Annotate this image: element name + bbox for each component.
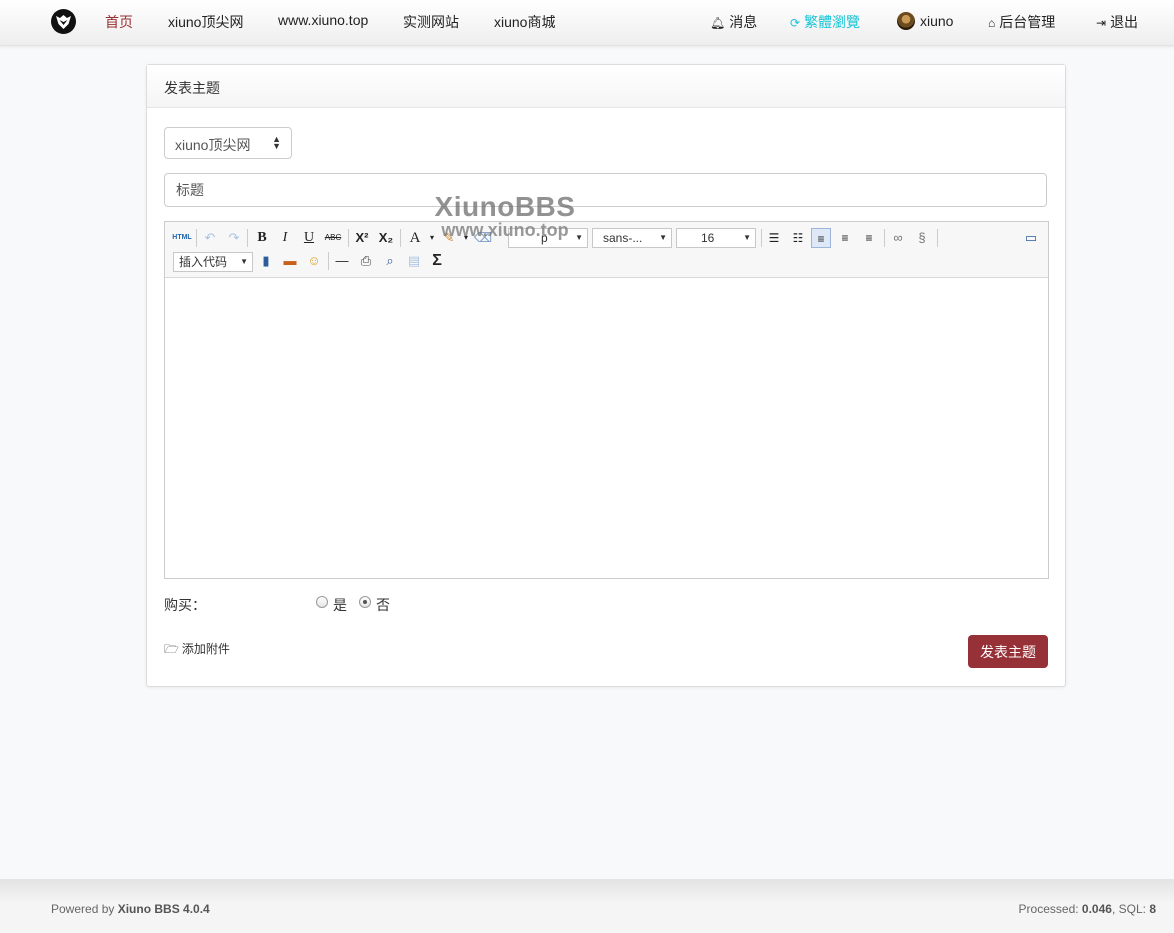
bell-icon: 🔔︎ <box>710 16 726 30</box>
folder-open-icon: 🗁 <box>164 642 179 656</box>
card-header: 发表主题 <box>147 65 1065 108</box>
subscript-icon[interactable]: X₂ <box>376 228 396 248</box>
strikethrough-icon[interactable]: ABC <box>323 228 343 248</box>
paste-plain-icon[interactable]: ▤ <box>404 251 424 271</box>
font-color-dropdown-icon[interactable]: ▾ <box>427 228 437 248</box>
underline-icon[interactable]: U <box>299 228 319 248</box>
clear-format-icon[interactable]: ⌫ <box>473 228 493 248</box>
link-icon[interactable]: ∞ <box>888 228 908 248</box>
nav-logout[interactable]: ⇥ 退出 <box>1096 12 1138 32</box>
nav-admin[interactable]: ⌂ 后台管理 <box>988 12 1055 32</box>
avatar <box>897 12 915 30</box>
insert-video-icon[interactable]: ▮ <box>256 251 276 271</box>
paragraph-value: p <box>541 231 548 245</box>
toolbar-divider <box>884 229 885 247</box>
toolbar-divider <box>761 229 762 247</box>
html-source-button[interactable]: HTML <box>171 228 193 248</box>
toolbar-divider <box>196 229 197 247</box>
align-left-icon[interactable]: ≡ <box>811 228 831 248</box>
chevron-down-icon: ▼ <box>575 233 583 242</box>
toolbar-divider <box>247 229 248 247</box>
fullscreen-icon[interactable]: ▭ <box>1021 228 1041 248</box>
nav-messages-label: 消息 <box>729 14 758 30</box>
post-form-card: 发表主题 xiuno顶尖网 ▲▼ HTML ↶ ↷ B I U ABC X² X… <box>146 64 1066 687</box>
font-family-value: sans-... <box>603 231 643 245</box>
redo-icon[interactable]: ↷ <box>224 228 244 248</box>
nav-link-xiuno-store[interactable]: xiuno商城 <box>494 12 555 32</box>
buy-no-label[interactable]: 否 <box>376 595 390 615</box>
font-color-icon[interactable]: A <box>405 228 425 248</box>
nav-link-test-site[interactable]: 实测网站 <box>403 12 459 32</box>
powered-name[interactable]: Xiuno BBS 4.0.4 <box>118 902 210 916</box>
forum-select-value: xiuno顶尖网 <box>175 137 251 153</box>
add-attachment-label: 添加附件 <box>181 642 230 656</box>
submit-post-button[interactable]: 发表主题 <box>968 635 1048 668</box>
editor-content-area[interactable] <box>165 278 1048 578</box>
select-caret-icon: ▲ ▼ <box>272 134 281 151</box>
unlink-icon[interactable]: § <box>912 228 932 248</box>
nav-username: xiuno <box>920 13 954 29</box>
forum-select[interactable]: xiuno顶尖网 ▲ ▼ <box>164 127 292 159</box>
home-icon: ⌂ <box>988 16 996 30</box>
bold-icon[interactable]: B <box>252 228 272 248</box>
chevron-down-icon: ▼ <box>659 233 667 242</box>
toolbar-divider <box>937 229 938 247</box>
processed-label: Processed: <box>1018 902 1082 916</box>
buy-label: 购买： <box>164 597 206 613</box>
chevron-down-icon: ▼ <box>240 257 248 266</box>
nav-home[interactable]: 首页 <box>105 12 133 32</box>
title-input[interactable] <box>164 173 1047 207</box>
font-family-select[interactable]: sans-... ▼ <box>592 228 672 248</box>
nav-user[interactable]: xiuno <box>897 12 953 30</box>
emotion-icon[interactable]: ☺ <box>304 251 324 271</box>
paragraph-select[interactable]: p ▼ <box>508 228 588 248</box>
editor-toolbar: HTML ↶ ↷ B I U ABC X² X₂ A ▾ ✎ ▾ ⌫ p ▼ sa… <box>165 222 1048 278</box>
chevron-down-icon: ▼ <box>743 233 751 242</box>
background-color-dropdown-icon[interactable]: ▾ <box>461 228 471 248</box>
insert-image-icon[interactable]: ▬ <box>280 251 300 271</box>
superscript-icon[interactable]: X² <box>352 228 372 248</box>
preview-icon[interactable]: ⌕ <box>380 251 400 271</box>
sign-out-icon: ⇥ <box>1096 16 1107 30</box>
font-size-value: 16 <box>701 231 715 245</box>
buy-yes-radio[interactable] <box>316 596 328 608</box>
sql-value: 8 <box>1149 902 1156 916</box>
footer-stats: Processed: 0.046, SQL: 8 <box>1019 902 1156 916</box>
ordered-list-icon[interactable]: ☰ <box>764 228 784 248</box>
nav-admin-label: 后台管理 <box>999 14 1056 30</box>
powered-prefix: Powered by <box>51 902 118 916</box>
nav-messages[interactable]: 🔔︎ 消息 <box>710 12 757 32</box>
processed-value: 0.046 <box>1081 902 1112 916</box>
italic-icon[interactable]: I <box>275 228 295 248</box>
toolbar-divider <box>328 252 329 270</box>
toolbar-divider <box>348 229 349 247</box>
nav-logout-label: 退出 <box>1110 14 1139 30</box>
toolbar-divider <box>400 229 401 247</box>
refresh-icon: ⟳ <box>790 16 801 30</box>
buy-yes-label[interactable]: 是 <box>333 595 347 615</box>
align-right-icon[interactable]: ≡ <box>859 228 879 248</box>
formula-icon[interactable]: Σ <box>427 251 447 271</box>
top-navbar: 首页 xiuno顶尖网 www.xiuno.top 实测网站 xiuno商城 🔔… <box>0 0 1174 46</box>
sql-label: , SQL: <box>1111 902 1150 916</box>
site-logo-icon[interactable] <box>51 9 76 34</box>
unordered-list-icon[interactable]: ☷ <box>788 228 808 248</box>
background-color-icon[interactable]: ✎ <box>439 228 459 248</box>
align-center-icon[interactable]: ≡ <box>835 228 855 248</box>
buy-no-radio[interactable] <box>359 596 371 608</box>
footer: Powered by Xiuno BBS 4.0.4 Processed: 0.… <box>0 879 1174 933</box>
nav-traditional-label: 繁體瀏覽 <box>804 14 861 30</box>
font-size-select[interactable]: 16 ▼ <box>676 228 756 248</box>
nav-link-www-xiuno-top[interactable]: www.xiuno.top <box>278 12 368 28</box>
horizontal-rule-icon[interactable]: — <box>332 251 352 271</box>
add-attachment-link[interactable]: 🗁 添加附件 <box>164 640 230 661</box>
insert-code-select[interactable]: 插入代码 ▼ <box>173 252 253 272</box>
print-icon[interactable]: ⎙ <box>356 251 376 271</box>
insert-code-label: 插入代码 <box>179 255 228 269</box>
undo-icon[interactable]: ↶ <box>200 228 220 248</box>
nav-traditional[interactable]: ⟳ 繁體瀏覽 <box>790 12 860 32</box>
nav-link-xiuno-top-site[interactable]: xiuno顶尖网 <box>168 12 243 32</box>
footer-powered-by: Powered by Xiuno BBS 4.0.4 <box>51 902 210 916</box>
rich-text-editor: HTML ↶ ↷ B I U ABC X² X₂ A ▾ ✎ ▾ ⌫ p ▼ sa… <box>164 221 1049 579</box>
